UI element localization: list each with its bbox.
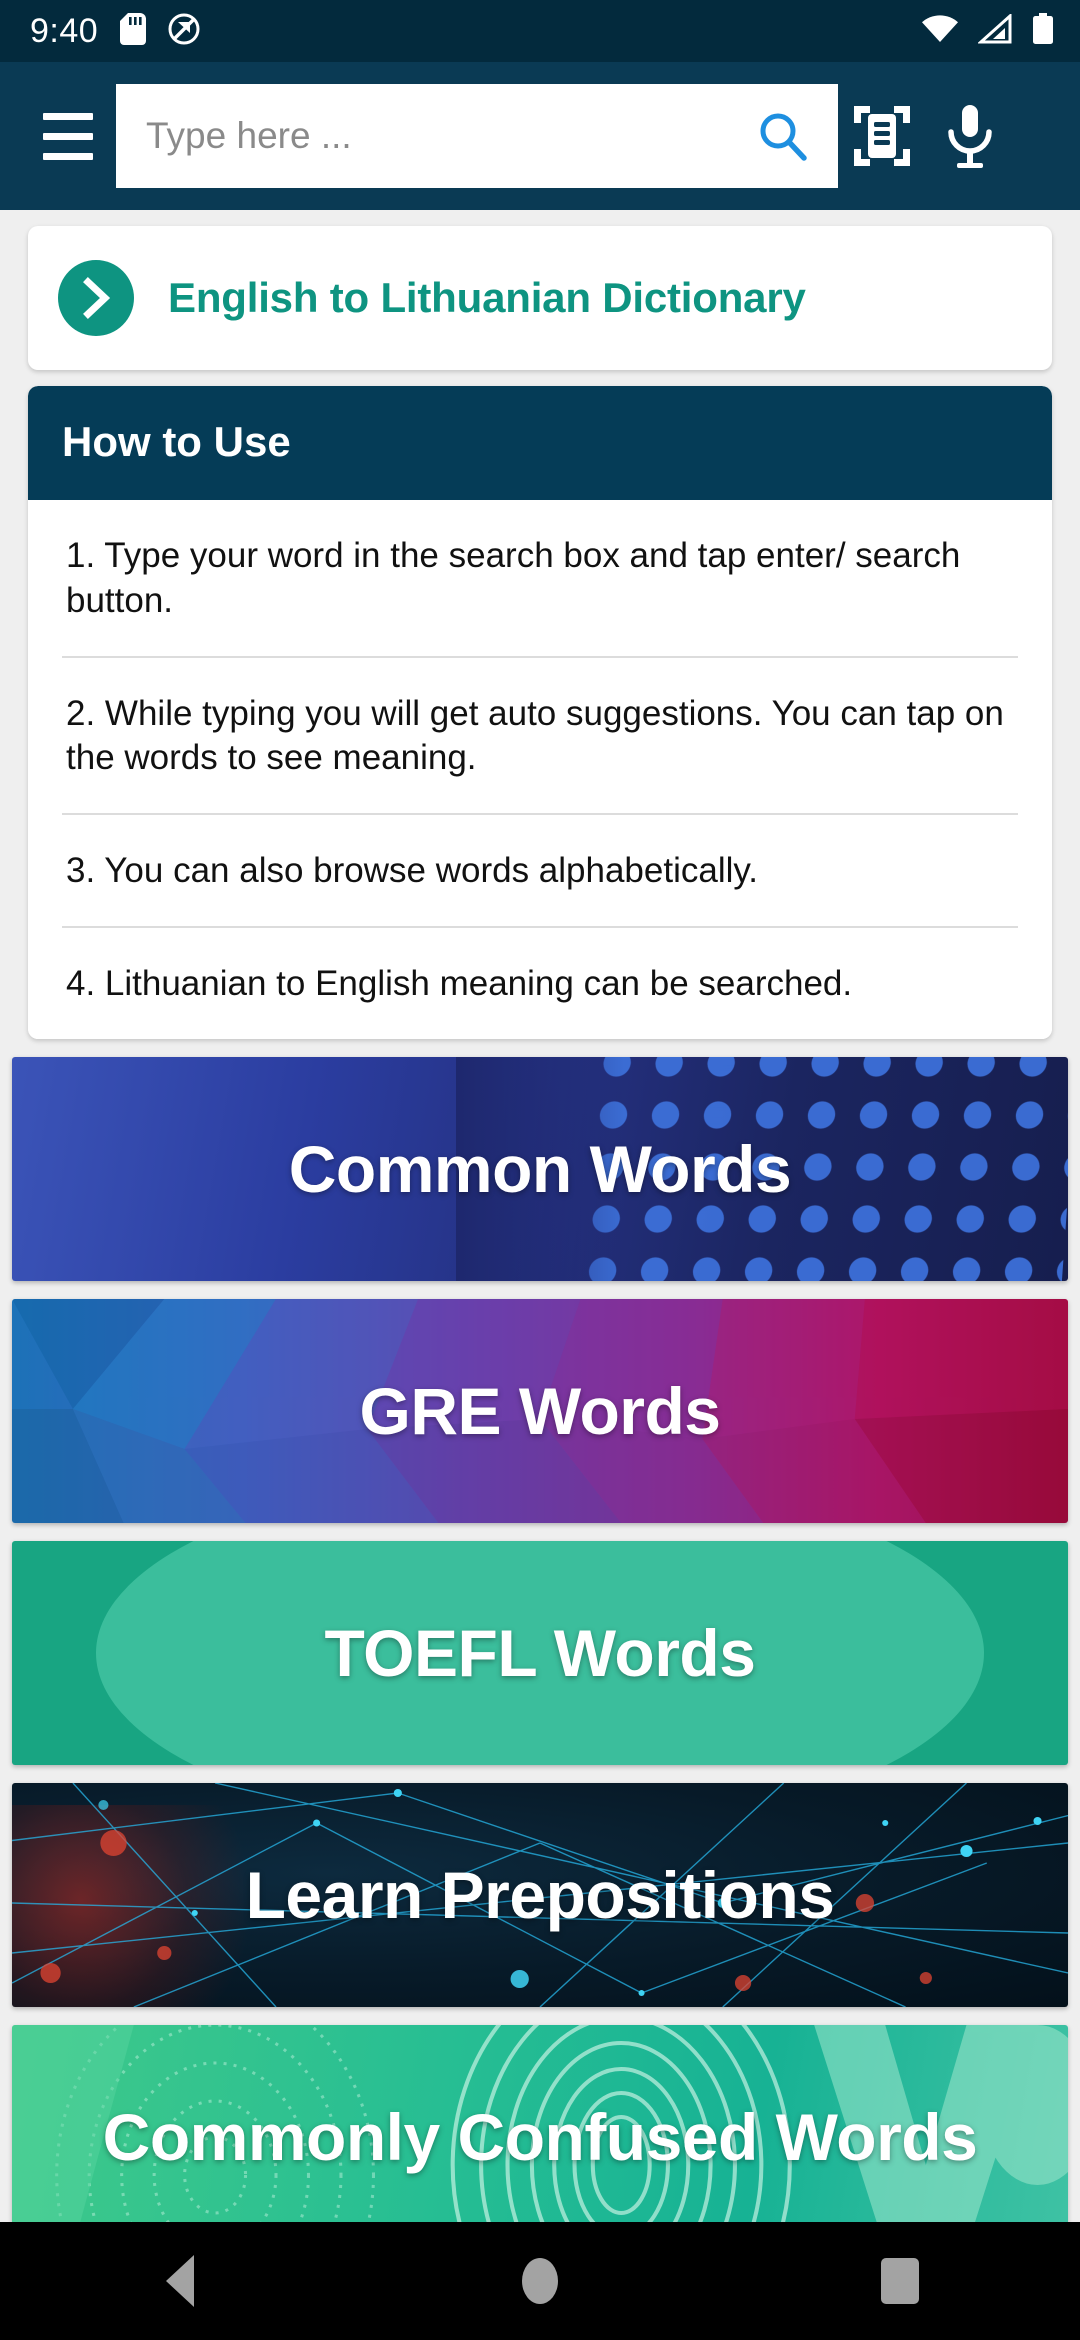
cellular-signal-icon [977, 12, 1012, 49]
banner-label: GRE Words [359, 1373, 721, 1448]
nav-recents-button[interactable] [825, 2222, 975, 2340]
chevron-right-circle-icon [58, 260, 134, 336]
banner-common-words[interactable]: Common Words [12, 1056, 1068, 1281]
status-clock: 9:40 [30, 12, 99, 50]
status-bar-left: 9:40 [30, 12, 200, 50]
do-not-disturb-icon [168, 13, 200, 50]
list-item: 4. Lithuanian to English meaning can be … [66, 963, 853, 1003]
how-to-use-heading: How to Use [28, 386, 1052, 500]
home-circle-icon [522, 2258, 558, 2304]
banner-label: Commonly Confused Words [102, 2099, 978, 2174]
dictionary-title: English to Lithuanian Dictionary [168, 274, 806, 321]
nav-back-button[interactable] [105, 2222, 255, 2340]
hamburger-menu-icon[interactable] [22, 90, 114, 182]
status-bar-right [922, 12, 1054, 50]
list-item: 3. You can also browse words alphabetica… [62, 815, 1018, 928]
app-screen: 9:40 Type here ... English to Lithuanian… [0, 0, 1080, 2340]
back-triangle-icon [166, 2255, 194, 2307]
search-input[interactable] [146, 115, 750, 157]
search-icon[interactable] [750, 103, 816, 169]
wifi-icon [922, 14, 958, 48]
list-item: 1. Type your word in the search box and … [62, 500, 1018, 658]
status-bar: 9:40 [0, 0, 1080, 62]
android-navigation-bar [0, 2222, 1080, 2340]
document-scan-icon[interactable] [838, 92, 926, 180]
recents-square-icon [881, 2258, 919, 2304]
app-toolbar [0, 62, 1080, 210]
battery-icon [1032, 12, 1054, 50]
search-bar[interactable] [116, 84, 838, 188]
microphone-icon[interactable] [926, 92, 1014, 180]
how-to-use-card: How to Use 1. Type your word in the sear… [28, 386, 1052, 1039]
banner-label: Learn Prepositions [245, 1857, 835, 1932]
banner-commonly-confused-words[interactable]: Commonly Confused Words [12, 2024, 1068, 2222]
dictionary-title-card[interactable]: English to Lithuanian Dictionary [28, 226, 1052, 370]
sd-card-icon [120, 12, 147, 50]
nav-home-button[interactable] [465, 2222, 615, 2340]
banner-toefl-words[interactable]: TOEFL Words [12, 1540, 1068, 1765]
banner-label: TOEFL Words [324, 1615, 756, 1690]
banner-gre-words[interactable]: GRE Words [12, 1298, 1068, 1523]
list-item: 2. While typing you will get auto sugges… [62, 658, 1018, 816]
banner-label: Common Words [288, 1131, 792, 1206]
banner-learn-prepositions[interactable]: Learn Prepositions [12, 1782, 1068, 2007]
how-to-use-list: 1. Type your word in the search box and … [28, 500, 1052, 1039]
main-content: English to Lithuanian Dictionary How to … [0, 210, 1080, 2222]
